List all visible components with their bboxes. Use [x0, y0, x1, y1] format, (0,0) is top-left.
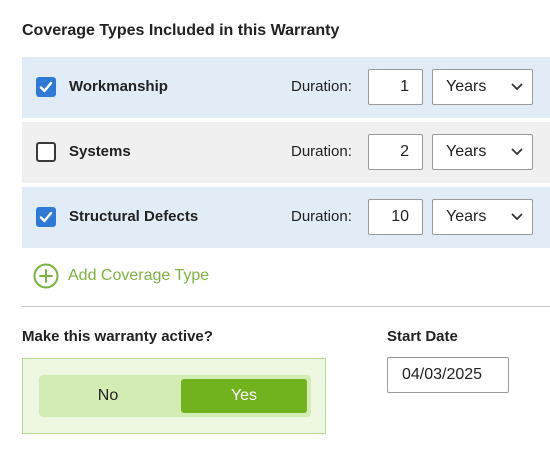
active-toggle: No Yes	[39, 375, 311, 417]
duration-input[interactable]: 1	[368, 69, 423, 105]
duration-unit-select[interactable]: Years	[432, 134, 533, 170]
add-coverage-type-label: Add Coverage Type	[68, 267, 210, 284]
duration-input[interactable]: 10	[368, 199, 423, 235]
duration-unit-value: Years	[446, 208, 487, 225]
coverage-row-workmanship: Workmanship Duration: 1 Years	[22, 57, 550, 118]
coverage-label: Systems	[69, 143, 131, 160]
section-divider	[22, 306, 550, 307]
coverage-checkbox-systems[interactable]	[36, 142, 56, 162]
active-question-label: Make this warranty active?	[22, 328, 213, 345]
start-date-input[interactable]: 04/03/2025	[387, 357, 509, 393]
coverage-checkbox-workmanship[interactable]	[36, 77, 56, 97]
checkmark-icon	[39, 81, 53, 93]
chevron-down-icon	[511, 83, 523, 90]
coverage-label: Structural Defects	[69, 208, 199, 225]
coverage-row-systems: Systems Duration: 2 Years	[22, 122, 550, 183]
chevron-down-icon	[511, 148, 523, 155]
duration-label: Duration:	[291, 208, 352, 225]
toggle-option-no[interactable]: No	[43, 379, 173, 413]
chevron-down-icon	[511, 213, 523, 220]
duration-unit-select[interactable]: Years	[432, 69, 533, 105]
toggle-option-yes[interactable]: Yes	[181, 379, 307, 413]
coverage-row-structural-defects: Structural Defects Duration: 10 Years	[22, 187, 550, 248]
checkmark-icon	[39, 211, 53, 223]
start-date-label: Start Date	[387, 328, 458, 345]
add-coverage-type-button[interactable]: Add Coverage Type	[33, 263, 209, 289]
coverage-label: Workmanship	[69, 78, 168, 95]
active-toggle-container: No Yes	[22, 358, 326, 434]
duration-unit-value: Years	[446, 143, 487, 160]
plus-circle-icon	[33, 263, 59, 289]
duration-label: Duration:	[291, 143, 352, 160]
duration-unit-select[interactable]: Years	[432, 199, 533, 235]
duration-unit-value: Years	[446, 78, 487, 95]
duration-label: Duration:	[291, 78, 352, 95]
section-title: Coverage Types Included in this Warranty	[22, 22, 340, 39]
coverage-checkbox-structural-defects[interactable]	[36, 207, 56, 227]
duration-input[interactable]: 2	[368, 134, 423, 170]
